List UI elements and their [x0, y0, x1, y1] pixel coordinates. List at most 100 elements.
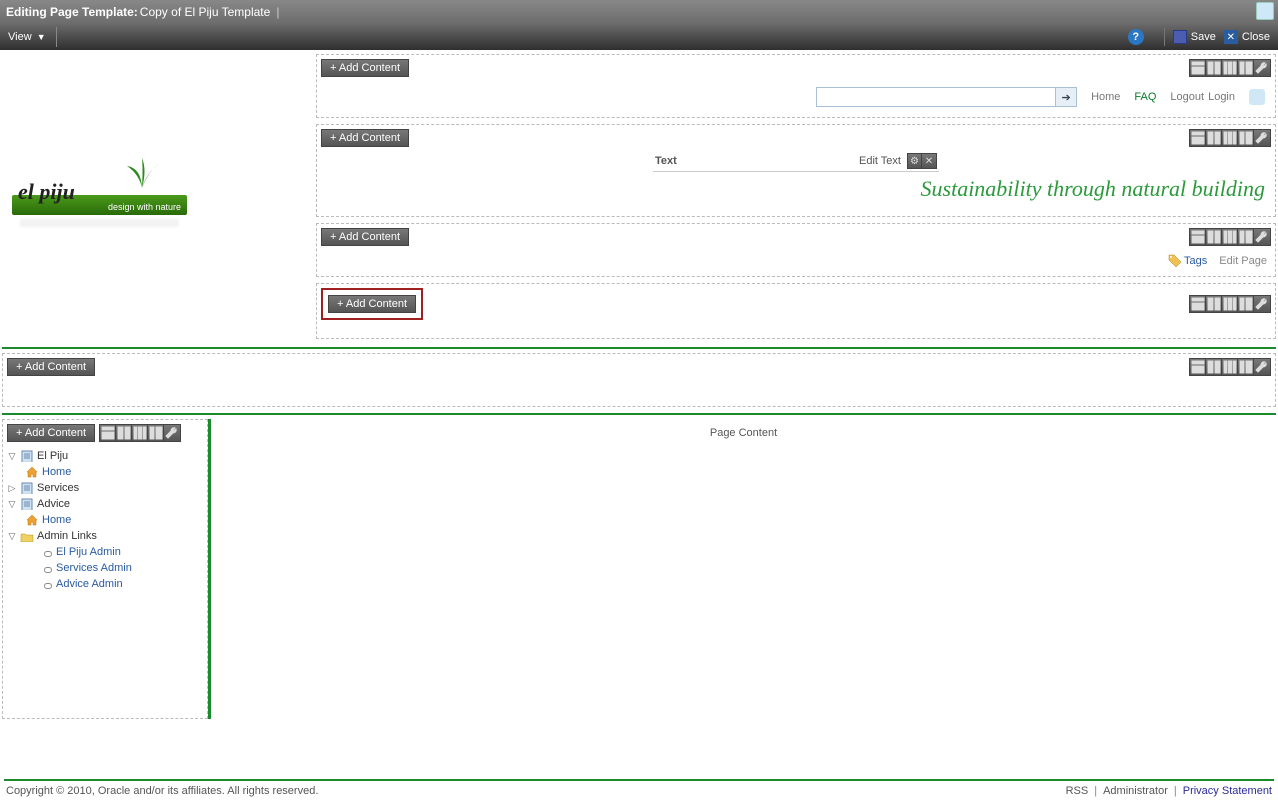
tree-label: Advice Admin: [56, 578, 123, 590]
tree-node-home[interactable]: Home: [25, 464, 203, 480]
layout-option-1[interactable]: [1190, 229, 1206, 245]
tree-label: El Piju: [37, 450, 68, 462]
layout-option-2[interactable]: [1206, 296, 1222, 312]
collapse-icon[interactable]: ▽: [7, 499, 17, 510]
tree-node-advice[interactable]: ▽ Advice: [7, 496, 203, 512]
nav-login[interactable]: Login: [1208, 91, 1235, 103]
footer-divider: [4, 779, 1274, 781]
tree-node-elpiju[interactable]: ▽ El Piju: [7, 448, 203, 464]
tree-label: Services: [37, 482, 79, 494]
layout-option-1[interactable]: [1190, 359, 1206, 375]
collapse-icon[interactable]: ▽: [7, 451, 17, 462]
tree-node-admin[interactable]: ▽ Admin Links: [7, 528, 203, 544]
layout-option-3[interactable]: [1222, 130, 1238, 146]
tags-link[interactable]: Tags: [1168, 254, 1207, 268]
layout-option-4[interactable]: [1238, 359, 1254, 375]
save-label: Save: [1191, 31, 1216, 43]
tree-node-advice-home[interactable]: Home: [25, 512, 203, 528]
layout-icons: [99, 424, 181, 442]
tree-node-admin-services[interactable]: Services Admin: [39, 560, 203, 576]
link-icon: [39, 546, 53, 558]
search-go-button[interactable]: ➔: [1055, 87, 1077, 107]
footer-privacy[interactable]: Privacy Statement: [1183, 785, 1272, 797]
close-label: Close: [1242, 31, 1270, 43]
edit-text-link[interactable]: Edit Text: [859, 155, 901, 167]
nav-tree: ▽ El Piju Home ▷ Services ▽ Advice: [7, 448, 203, 652]
add-content-button[interactable]: + Add Content: [7, 358, 95, 376]
add-content-highlighted: + Add Content: [321, 288, 423, 320]
layout-icons: [1189, 358, 1271, 376]
layout-option-4[interactable]: [1238, 130, 1254, 146]
layout-option-3[interactable]: [1222, 229, 1238, 245]
close-button[interactable]: ✕ Close: [1224, 30, 1270, 44]
layout-option-4[interactable]: [1238, 296, 1254, 312]
layout-option-2[interactable]: [1206, 60, 1222, 76]
layout-option-2[interactable]: [116, 425, 132, 441]
layout-option-2[interactable]: [1206, 359, 1222, 375]
layout-option-2[interactable]: [1206, 130, 1222, 146]
region-slogan: + Add Content Text Edit Text ⚙ ✕: [316, 124, 1276, 217]
add-content-button[interactable]: + Add Content: [321, 59, 409, 77]
layout-option-2[interactable]: [1206, 229, 1222, 245]
collapse-icon[interactable]: ▽: [7, 531, 17, 542]
region-settings-icon[interactable]: [1254, 296, 1270, 312]
nav-faq[interactable]: FAQ: [1134, 91, 1156, 103]
divider: [2, 347, 1276, 349]
user-icon[interactable]: [1249, 89, 1265, 105]
home-icon: [25, 466, 39, 478]
expand-icon[interactable]: ▷: [7, 483, 17, 494]
tree-label: Home: [42, 466, 71, 478]
tree-label: Admin Links: [37, 530, 97, 542]
page-content-label: Page Content: [710, 427, 777, 439]
edit-page-link[interactable]: Edit Page: [1219, 255, 1267, 267]
toolbar-divider: [1164, 28, 1165, 46]
tree-label: Home: [42, 514, 71, 526]
document-icon: [20, 498, 34, 510]
tree-node-admin-elpiju[interactable]: El Piju Admin: [39, 544, 203, 560]
region-highlighted: + Add Content: [316, 283, 1276, 339]
footer-admin[interactable]: Administrator: [1103, 785, 1168, 797]
text-settings-icon[interactable]: ⚙: [908, 154, 922, 168]
view-menu[interactable]: View ▼: [8, 31, 46, 43]
tree-node-services[interactable]: ▷ Services: [7, 480, 203, 496]
view-label: View: [8, 31, 32, 43]
tree-node-admin-advice[interactable]: Advice Admin: [39, 576, 203, 592]
add-content-button[interactable]: + Add Content: [328, 295, 416, 313]
divider: [2, 413, 1276, 415]
add-content-button[interactable]: + Add Content: [321, 228, 409, 246]
nav-logout[interactable]: Logout: [1170, 91, 1204, 103]
leaf-icon: [117, 156, 167, 192]
help-icon[interactable]: ?: [1128, 29, 1144, 45]
save-button[interactable]: Save: [1173, 30, 1216, 44]
region-header: + Add Content ➔ Home FAQ Logout: [316, 54, 1276, 118]
add-content-button[interactable]: + Add Content: [7, 424, 95, 442]
layout-option-4[interactable]: [1238, 229, 1254, 245]
layout-option-4[interactable]: [1238, 60, 1254, 76]
text-close-icon[interactable]: ✕: [922, 154, 936, 168]
region-settings-icon[interactable]: [1254, 359, 1270, 375]
layout-option-4[interactable]: [148, 425, 164, 441]
add-content-button[interactable]: + Add Content: [321, 129, 409, 147]
layout-option-3[interactable]: [1222, 60, 1238, 76]
layout-option-1[interactable]: [100, 425, 116, 441]
layout-icons: [1189, 228, 1271, 246]
layout-option-3[interactable]: [1222, 359, 1238, 375]
region-settings-icon[interactable]: [164, 425, 180, 441]
text-region-header: Text Edit Text ⚙ ✕: [653, 151, 939, 172]
nav-home[interactable]: Home: [1091, 91, 1120, 103]
folder-icon: [20, 530, 34, 542]
region-settings-icon[interactable]: [1254, 130, 1270, 146]
title-bar: Editing Page Template: Copy of El Piju T…: [0, 0, 1278, 24]
layout-option-1[interactable]: [1190, 296, 1206, 312]
layout-option-3[interactable]: [132, 425, 148, 441]
search-input[interactable]: [816, 87, 1056, 107]
logo-text: el piju: [18, 179, 75, 205]
region-settings-icon[interactable]: [1254, 60, 1270, 76]
document-icon: [20, 482, 34, 494]
footer-rss[interactable]: RSS: [1066, 785, 1089, 797]
layout-option-1[interactable]: [1190, 60, 1206, 76]
home-icon: [25, 514, 39, 526]
layout-option-3[interactable]: [1222, 296, 1238, 312]
region-settings-icon[interactable]: [1254, 229, 1270, 245]
layout-option-1[interactable]: [1190, 130, 1206, 146]
